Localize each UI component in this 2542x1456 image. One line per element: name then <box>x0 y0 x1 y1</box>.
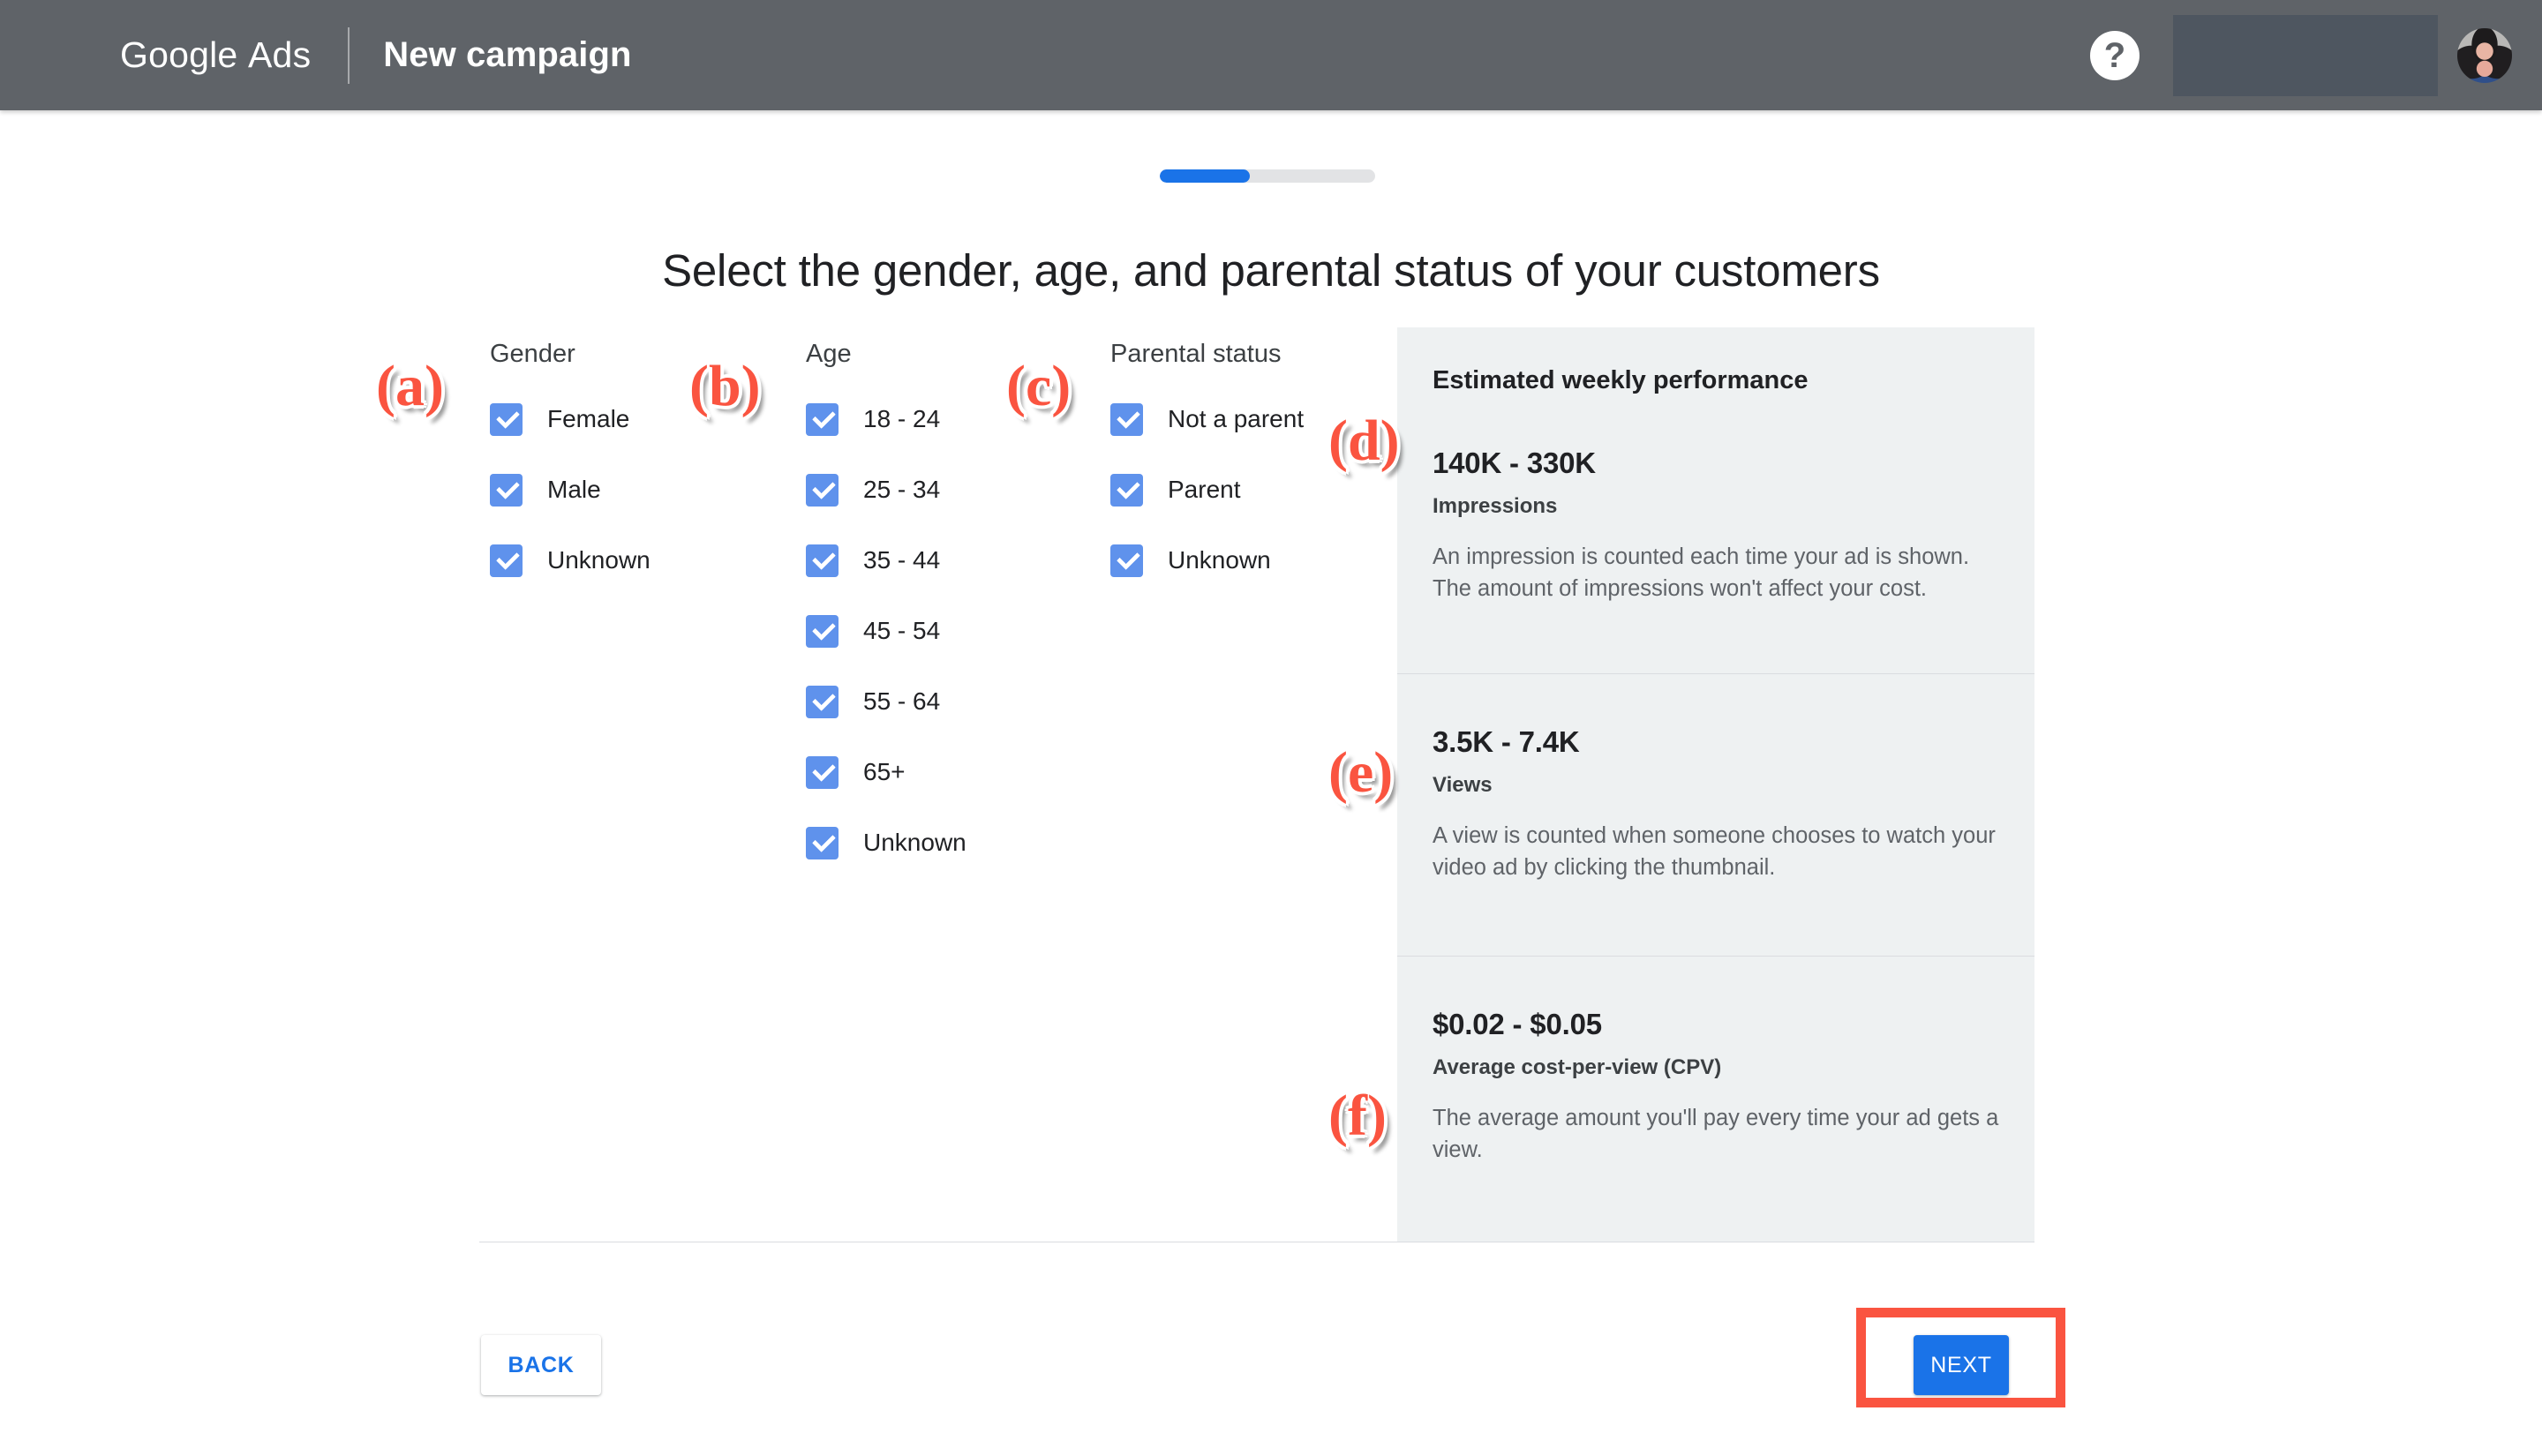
annotation-marker-f: (f) <box>1328 1087 1387 1145</box>
age-option-18-24[interactable]: 18 - 24 <box>806 400 966 439</box>
age-option-label: 45 - 54 <box>863 617 940 645</box>
annotation-marker-d: (d) <box>1328 412 1400 470</box>
annotation-marker-a: (a) <box>376 357 444 416</box>
estimate-metric-name: Impressions <box>1433 494 1999 519</box>
google-ads-new-campaign-page: Google Ads New campaign ? Select the gen… <box>0 0 2542 1456</box>
checkbox-checked-icon[interactable] <box>490 403 523 436</box>
estimate-section-cpv: $0.02 - $0.05 Average cost-per-view (CPV… <box>1397 956 2034 1242</box>
age-option-unknown[interactable]: Unknown <box>806 823 966 862</box>
help-question-icon[interactable]: ? <box>2090 31 2140 80</box>
age-option-label: 35 - 44 <box>863 546 940 574</box>
checkbox-checked-icon[interactable] <box>806 403 839 436</box>
estimate-value: 140K - 330K <box>1433 447 1999 480</box>
estimate-value: 3.5K - 7.4K <box>1433 725 1999 759</box>
wizard-progress-bar <box>1160 169 1375 183</box>
header-divider <box>348 27 350 84</box>
checkbox-checked-icon[interactable] <box>1110 474 1143 507</box>
parental-option-label: Parent <box>1168 476 1241 504</box>
checkbox-checked-icon[interactable] <box>806 756 839 789</box>
gender-column-heading: Gender <box>490 340 651 369</box>
age-option-label: 18 - 24 <box>863 405 940 433</box>
age-option-label: 65+ <box>863 758 906 786</box>
estimate-description: A view is counted when someone chooses t… <box>1433 820 1999 883</box>
app-header-bar: Google Ads New campaign ? <box>0 0 2542 110</box>
checkbox-checked-icon[interactable] <box>1110 403 1143 436</box>
estimate-metric-name: Average cost-per-view (CPV) <box>1433 1055 1999 1080</box>
parental-status-option-list: Not a parent Parent Unknown <box>1110 400 1304 580</box>
page-header-title: New campaign <box>383 35 631 75</box>
brand-ads-text: Ads <box>248 34 311 75</box>
age-option-65-plus[interactable]: 65+ <box>806 753 966 792</box>
checkbox-checked-icon[interactable] <box>1110 544 1143 577</box>
checkbox-checked-icon[interactable] <box>806 615 839 648</box>
estimate-value: $0.02 - $0.05 <box>1433 1008 1999 1041</box>
annotation-marker-c: (c) <box>1006 357 1071 416</box>
next-button[interactable]: NEXT <box>1914 1335 2009 1395</box>
parental-option-label: Not a parent <box>1168 405 1304 433</box>
parental-option-parent[interactable]: Parent <box>1110 470 1304 509</box>
checkbox-checked-icon[interactable] <box>806 474 839 507</box>
gender-option-unknown[interactable]: Unknown <box>490 541 651 580</box>
brand-google-text: Google <box>120 34 237 75</box>
age-option-label: Unknown <box>863 829 966 857</box>
checkbox-checked-icon[interactable] <box>490 544 523 577</box>
user-avatar[interactable] <box>2457 28 2512 83</box>
redacted-account-field <box>2173 15 2438 96</box>
checkbox-checked-icon[interactable] <box>806 827 839 859</box>
parental-option-label: Unknown <box>1168 546 1271 574</box>
age-column-heading: Age <box>806 340 966 369</box>
estimate-metric-name: Views <box>1433 773 1999 798</box>
estimate-section-views: 3.5K - 7.4K Views A view is counted when… <box>1397 673 2034 956</box>
age-option-label: 25 - 34 <box>863 476 940 504</box>
estimate-description: An impression is counted each time your … <box>1433 541 1999 604</box>
estimate-description: The average amount you'll pay every time… <box>1433 1102 1999 1166</box>
gender-option-female[interactable]: Female <box>490 400 651 439</box>
parental-status-column: Parental status Not a parent Parent Unkn… <box>1110 340 1304 612</box>
checkbox-checked-icon[interactable] <box>806 544 839 577</box>
age-option-list: 18 - 24 25 - 34 35 - 44 45 - 54 55 - 64 … <box>806 400 966 862</box>
gender-column: Gender Female Male Unknown <box>490 340 651 612</box>
estimated-weekly-performance-panel: Estimated weekly performance 140K - 330K… <box>1397 327 2034 1242</box>
gender-option-label: Unknown <box>547 546 651 574</box>
estimate-section-impressions: Estimated weekly performance 140K - 330K… <box>1397 327 2034 673</box>
age-option-45-54[interactable]: 45 - 54 <box>806 612 966 650</box>
checkbox-checked-icon[interactable] <box>806 686 839 718</box>
wizard-progress-fill <box>1160 169 1250 183</box>
parental-status-column-heading: Parental status <box>1110 340 1304 369</box>
annotation-marker-b: (b) <box>689 357 761 416</box>
annotation-marker-e: (e) <box>1328 744 1393 802</box>
checkbox-checked-icon[interactable] <box>490 474 523 507</box>
header-right-group: ? <box>2090 0 2542 110</box>
page-title: Select the gender, age, and parental sta… <box>0 244 2542 296</box>
age-column: Age 18 - 24 25 - 34 35 - 44 45 - 54 55 -… <box>806 340 966 894</box>
google-ads-logo: Google Ads <box>120 34 311 76</box>
parental-option-not-a-parent[interactable]: Not a parent <box>1110 400 1304 439</box>
gender-option-list: Female Male Unknown <box>490 400 651 580</box>
parental-option-unknown[interactable]: Unknown <box>1110 541 1304 580</box>
age-option-25-34[interactable]: 25 - 34 <box>806 470 966 509</box>
gender-option-male[interactable]: Male <box>490 470 651 509</box>
gender-option-label: Female <box>547 405 629 433</box>
age-option-55-64[interactable]: 55 - 64 <box>806 682 966 721</box>
age-option-35-44[interactable]: 35 - 44 <box>806 541 966 580</box>
estimates-panel-title: Estimated weekly performance <box>1433 327 1999 395</box>
gender-option-label: Male <box>547 476 601 504</box>
back-button[interactable]: BACK <box>481 1335 601 1395</box>
age-option-label: 55 - 64 <box>863 687 940 716</box>
